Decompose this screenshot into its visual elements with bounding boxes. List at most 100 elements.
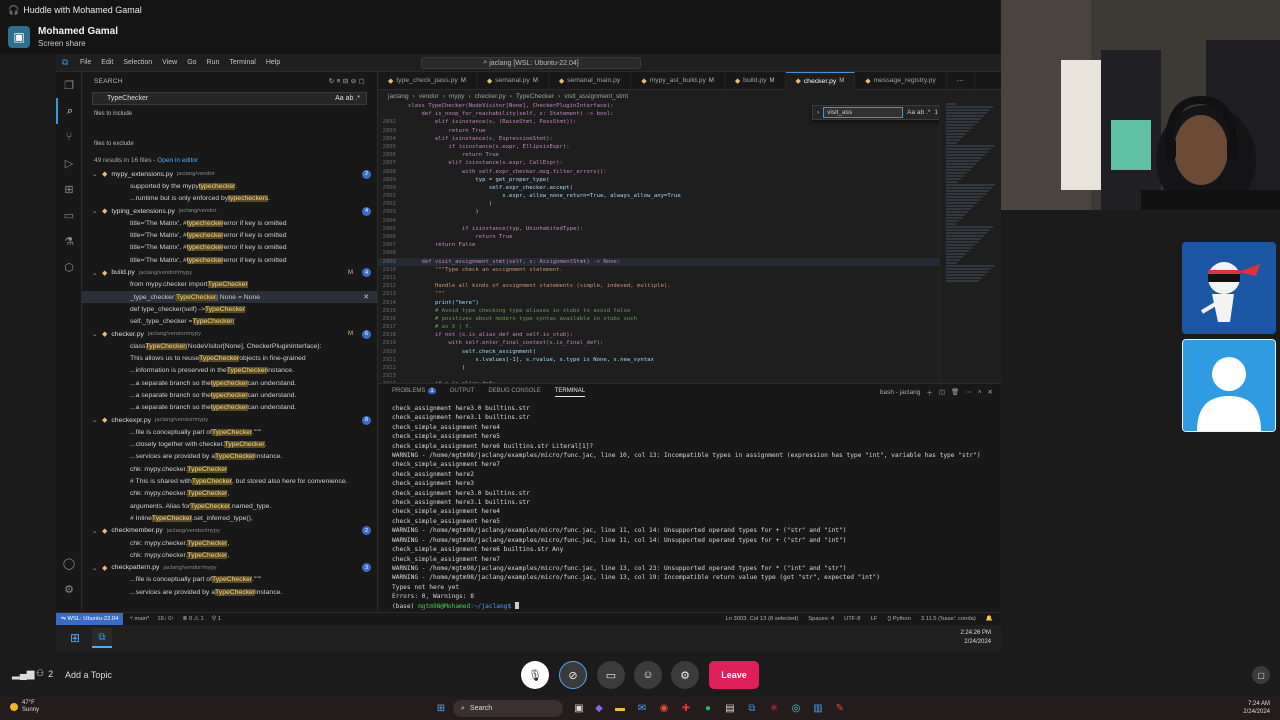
pdf-icon[interactable]: ✚ — [679, 701, 693, 715]
participant-tile-user[interactable] — [1182, 339, 1276, 432]
dismiss-result-icon[interactable]: ✕ — [363, 293, 369, 301]
code-line[interactable]: 2900 self.expr_checker.accept( — [378, 184, 1001, 192]
open-in-editor-link[interactable]: Open in editor — [157, 157, 198, 164]
menu-item-go[interactable]: Go — [187, 59, 196, 66]
code-line[interactable]: 2907 return False — [378, 241, 1001, 249]
testing-icon[interactable]: ⚗ — [56, 228, 82, 254]
code-line[interactable]: 2916 # positives about modern type synta… — [378, 315, 1001, 323]
code-line[interactable]: 2906 return True — [378, 233, 1001, 241]
code-line[interactable]: 2899 typ = get_proper_type( — [378, 176, 1001, 184]
result-line[interactable]: chk: mypy.checker. TypeChecker — [82, 463, 377, 475]
result-line[interactable]: ...a separate branch so the typechecker … — [82, 389, 377, 401]
slack-icon[interactable]: ✳ — [767, 701, 781, 715]
code-line[interactable]: 2923 — [378, 372, 1001, 380]
terminal-prompt[interactable]: (base) mgtm98@Mohamed:~/jaclang$ — [392, 602, 987, 611]
vscode-icon[interactable]: ⧉ — [745, 701, 759, 715]
participant-tile-ninja[interactable] — [1182, 242, 1276, 334]
result-line[interactable]: def type_checker(self) -> TypeChecker: — [82, 303, 377, 315]
search-actions-icons[interactable]: ↻ ≡ ⊟ ⊖ ▢ — [329, 77, 365, 85]
code-line[interactable]: 2892 elif isinstance(s, (RaiseStmt, Pass… — [378, 118, 1001, 126]
account-icon[interactable]: ◯ — [56, 550, 82, 576]
app-icon[interactable]: ✎ — [833, 701, 847, 715]
eol-status[interactable]: LF — [871, 616, 878, 622]
extensions-icon[interactable]: ⊞ — [56, 176, 82, 202]
settings-button[interactable]: ⚙ — [671, 661, 699, 689]
code-line[interactable]: 2910 """Type check an assignment stateme… — [378, 266, 1001, 274]
result-line[interactable]: This allows us to reuse TypeChecker obje… — [82, 352, 377, 364]
more-icon[interactable]: ⋯ — [965, 388, 972, 396]
leave-button[interactable]: Leave — [709, 661, 759, 689]
minimap[interactable] — [939, 102, 1001, 383]
tab-message-registry-py[interactable]: ◆ message_registry.py — [855, 72, 947, 90]
code-line[interactable]: 2920 self.check_assignment( — [378, 348, 1001, 356]
bell-icon[interactable]: 🔔 — [986, 616, 993, 622]
command-center[interactable]: ⌕ jaclang [WSL: Ubuntu-22.04] — [421, 57, 641, 69]
code-line[interactable]: 2901 s.expr, allow_none_return=True, alw… — [378, 192, 1001, 200]
vscode-taskbar-icon[interactable]: ⧉ — [92, 628, 112, 648]
code-line[interactable]: 2909 def visit_assignment_stmt(self, s: … — [378, 257, 1001, 266]
tab-build-py[interactable]: ◆ build.py M — [725, 72, 786, 90]
menu-item-run[interactable]: Run — [207, 59, 220, 66]
result-file[interactable]: ⌄ ◆ checkpattern.py jaclang/vendor/mypy 3 — [82, 562, 377, 574]
terminal-name[interactable]: bash - jaclang — [880, 389, 920, 396]
tab-semanal-py[interactable]: ◆ semanal.py M — [477, 72, 549, 90]
code-line[interactable]: class TypeChecker(NodeVisitor[None], Che… — [378, 102, 1001, 110]
result-line[interactable]: ...closely together with checker. TypeChe… — [82, 439, 377, 451]
files-to-include-field[interactable]: files to include — [82, 107, 377, 121]
panel-tab-output[interactable]: OUTPUT — [450, 388, 475, 397]
result-line[interactable]: title='The Matrix', # typechecker error … — [82, 229, 377, 241]
result-line[interactable]: from mypy.checker import TypeChecker — [82, 279, 377, 291]
code-line[interactable]: 2919 with self.enter_final_context(s.is_… — [378, 339, 1001, 347]
signal-strength-icon[interactable]: ▂▄▆ — [12, 669, 34, 680]
breadcrumb-item[interactable]: checker.py — [475, 93, 506, 100]
task-view-icon[interactable]: ▣ — [572, 701, 586, 715]
source-control-icon[interactable]: ⑂ — [56, 124, 82, 150]
result-line[interactable]: ...file is conceptually part of TypeChec… — [82, 574, 377, 586]
taskbar-clock[interactable]: 7:24 AM 2/24/2024 — [1243, 700, 1270, 716]
panel-tab-debug-console[interactable]: DEBUG CONSOLE — [488, 388, 540, 397]
problems-status[interactable]: ⊗ 0 ⚠ 1 — [182, 616, 203, 622]
terminal-output[interactable]: check_assignment here3.0 builtins.str che… — [378, 400, 1001, 612]
trash-icon[interactable]: 🗑 — [951, 388, 959, 396]
code-line[interactable]: 2922 ) — [378, 364, 1001, 372]
sync-status[interactable]: 19↓ 0↑ — [157, 616, 174, 622]
more-tabs-icon[interactable]: ⋯ — [947, 72, 975, 90]
menu-item-file[interactable]: File — [80, 59, 91, 66]
weather-widget[interactable]: 47°F Sunny — [10, 700, 39, 714]
result-line[interactable]: ...a separate branch so the typechecker … — [82, 377, 377, 389]
video-button[interactable]: ⊘ — [559, 661, 587, 689]
teams-icon[interactable]: ◆ — [592, 701, 606, 715]
result-line[interactable]: # This is shared with TypeChecker, but s… — [82, 475, 377, 487]
tab-checker-py[interactable]: ◆ checker.py M — [785, 72, 856, 90]
close-panel-icon[interactable]: ✕ — [988, 388, 993, 396]
breadcrumb-item[interactable]: mypy — [449, 93, 465, 100]
chevron-up-icon[interactable]: ˄ — [978, 389, 982, 396]
code-line[interactable]: 2921 s.lvalues[-1], s.rvalue, s.type is … — [378, 356, 1001, 364]
run-debug-icon[interactable]: ▷ — [56, 150, 82, 176]
microphone-button[interactable]: 🎙 — [521, 661, 549, 689]
cursor-position[interactable]: Ln 3003, Col 13 (8 selected) — [725, 616, 798, 622]
result-file[interactable]: ⌄ ◆ checkexpr.py jaclang/vendor/mypy 8 — [82, 414, 377, 426]
menu-item-selection[interactable]: Selection — [123, 59, 152, 66]
mail-icon[interactable]: ✉ — [635, 701, 649, 715]
result-file[interactable]: ⌄ ◆ typing_extensions.py jaclang/vendor 4 — [82, 205, 377, 217]
chat-icon[interactable]: ▢ — [1252, 666, 1270, 684]
code-line[interactable]: 2905 if isinstance(typ, UninhabitedType)… — [378, 225, 1001, 233]
start-icon[interactable]: ⊞ — [434, 701, 448, 715]
language-status[interactable]: {} Python — [887, 616, 911, 622]
share-screen-button[interactable]: ▭ — [597, 661, 625, 689]
result-line[interactable]: arguments. Alias for TypeChecker .named_t… — [82, 500, 377, 512]
menu-item-help[interactable]: Help — [266, 59, 280, 66]
file-explorer-icon[interactable]: ▬ — [613, 701, 627, 715]
code-line[interactable]: 2911 — [378, 274, 1001, 282]
split-terminal-icon[interactable]: ◫ — [939, 388, 945, 396]
indentation-status[interactable]: Spaces: 4 — [808, 616, 834, 622]
participants-button[interactable]: ⚇ 2 — [36, 668, 53, 679]
result-line[interactable]: ...file is conceptually part of TypeChec… — [82, 426, 377, 438]
code-line[interactable]: 2893 return True — [378, 127, 1001, 135]
spotify-icon[interactable]: ● — [701, 701, 715, 715]
code-line[interactable]: 2902 ) — [378, 200, 1001, 208]
add-topic-button[interactable]: Add a Topic — [65, 670, 112, 680]
result-file[interactable]: ⌄ ◆ mypy_extensions.py jaclang/vendor 2 — [82, 168, 377, 180]
search-icon[interactable]: ⌕ — [56, 98, 82, 124]
